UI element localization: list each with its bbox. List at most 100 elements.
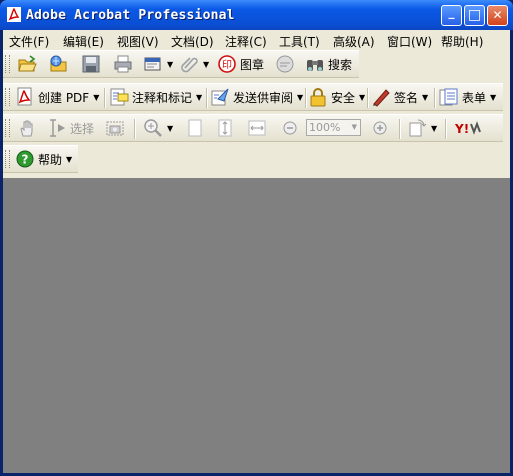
snapshot-icon	[106, 121, 124, 136]
select-tool-button[interactable]: 选择	[47, 117, 94, 139]
security-label: 安全	[331, 90, 356, 105]
stamp-button[interactable]: 印 图章	[217, 53, 264, 75]
create-pdf-icon	[17, 87, 32, 106]
close-button[interactable]: ✕	[487, 5, 508, 26]
help-toolbar: ? 帮助 ▼	[3, 145, 78, 173]
toolbar-separator	[434, 88, 436, 108]
comment-markup-label: 注释和标记	[132, 90, 193, 105]
zoom-in-button[interactable]	[370, 117, 390, 139]
maximize-icon: □	[467, 7, 482, 23]
zoom-level-value: 100%	[309, 121, 341, 134]
title-bar[interactable]: Adobe Acrobat Professional _ □ ✕	[0, 0, 513, 30]
open-web-button[interactable]	[49, 53, 69, 75]
review-icon	[276, 55, 294, 73]
svg-text:印: 印	[222, 59, 232, 71]
help-icon: ?	[16, 150, 34, 168]
menu-bar: 文件(F) 编辑(E) 视图(V) 文档(D) 注释(C) 工具(T) 高级(A…	[3, 30, 510, 50]
adobe-pdf-icon	[7, 7, 21, 22]
yahoo-icon: Y!	[455, 121, 481, 136]
toolbar-separator	[206, 88, 208, 108]
email-icon	[144, 57, 161, 71]
pen-icon	[373, 89, 390, 107]
window-frame: 文件(F) 编辑(E) 视图(V) 文档(D) 注释(C) 工具(T) 高级(A…	[3, 30, 510, 473]
toolbar-separator	[134, 119, 136, 139]
search-label: 搜索	[328, 57, 353, 72]
fit-page-button[interactable]	[215, 117, 235, 139]
toolbar-grip[interactable]	[5, 88, 10, 106]
page-icon	[188, 119, 202, 137]
actual-size-button[interactable]	[185, 117, 205, 139]
create-pdf-label: 创建 PDF	[38, 90, 90, 105]
forms-label: 表单	[462, 90, 487, 105]
menu-window[interactable]: 窗口(W)	[387, 33, 432, 50]
search-binoculars-icon	[307, 60, 323, 71]
zoom-in-plus-icon	[373, 121, 387, 135]
help-button[interactable]: ? 帮助 ▼	[15, 148, 72, 170]
forms-icon	[439, 88, 458, 106]
toolbar-grip[interactable]	[5, 150, 10, 168]
create-pdf-button[interactable]: 创建 PDF ▼	[15, 86, 99, 108]
open-icon	[18, 55, 37, 72]
comment-icon	[110, 88, 129, 106]
select-text-icon	[50, 119, 65, 137]
zoom-dropdown-arrow-icon[interactable]: ▼	[352, 120, 357, 135]
help-label: 帮助	[38, 152, 63, 167]
snapshot-button[interactable]	[105, 117, 125, 139]
zoom-in-tool-button[interactable]: ▼	[143, 117, 173, 139]
toolbar-grip[interactable]	[5, 55, 10, 73]
save-icon	[82, 55, 100, 73]
toolbar-separator	[305, 88, 307, 108]
email-button[interactable]: ▼	[143, 53, 173, 75]
zoom-level-input[interactable]: 100% ▼	[306, 119, 361, 136]
rotate-button[interactable]: ▼	[407, 117, 437, 139]
menu-view[interactable]: 视图(V)	[117, 33, 159, 50]
search-button[interactable]: 搜索	[305, 53, 352, 75]
tasks-toolbar: 创建 PDF ▼ 注释和标记 ▼ 发送供审阅 ▼ 安全 ▼ 签名 ▼ 表单 ▼	[3, 83, 503, 111]
toolbar-separator	[104, 88, 106, 108]
file-toolbar: ▼ ▼ 印 图章 搜索	[3, 50, 359, 78]
menu-file[interactable]: 文件(F)	[9, 33, 49, 50]
menu-advanced[interactable]: 高级(A)	[333, 33, 375, 50]
zoom-out-minus-icon	[283, 121, 297, 135]
zoom-in-icon	[144, 119, 162, 137]
navigation-toolbar: 选择 ▼ 100% ▼ ▼ Y!	[3, 114, 503, 142]
yahoo-toolbar-button[interactable]: Y!	[455, 117, 485, 139]
print-button[interactable]	[113, 53, 133, 75]
rotate-icon	[409, 119, 427, 137]
toolbar-separator	[367, 88, 369, 108]
security-button[interactable]: 安全 ▼	[308, 86, 365, 108]
toolbar-grip[interactable]	[5, 119, 10, 137]
forms-button[interactable]: 表单 ▼	[439, 86, 496, 108]
zoom-out-button[interactable]	[280, 117, 300, 139]
sign-button[interactable]: 签名 ▼	[371, 86, 428, 108]
menu-document[interactable]: 文档(D)	[171, 33, 214, 50]
stamp-label: 图章	[240, 57, 265, 72]
svg-text:Y!: Y!	[455, 122, 469, 136]
menu-comments[interactable]: 注释(C)	[225, 33, 267, 50]
document-pane[interactable]	[3, 178, 510, 473]
attach-icon	[181, 57, 198, 73]
open-web-icon	[50, 55, 67, 72]
toolbar-separator	[445, 119, 447, 139]
menu-tools[interactable]: 工具(T)	[279, 33, 320, 50]
attach-button[interactable]: ▼	[179, 53, 209, 75]
open-button[interactable]	[17, 53, 37, 75]
menu-help[interactable]: 帮助(H)	[441, 33, 483, 50]
lock-icon	[310, 88, 326, 107]
hand-icon	[20, 120, 33, 137]
window-title: Adobe Acrobat Professional	[26, 8, 235, 23]
fit-width-icon	[248, 120, 266, 136]
svg-text:?: ?	[22, 153, 29, 167]
comment-markup-button[interactable]: 注释和标记 ▼	[109, 86, 202, 108]
review-button[interactable]	[275, 53, 295, 75]
acrobat-window: Adobe Acrobat Professional _ □ ✕ 文件(F) 编…	[0, 0, 513, 476]
menu-edit[interactable]: 编辑(E)	[63, 33, 104, 50]
hand-tool-button[interactable]	[17, 117, 37, 139]
sign-label: 签名	[394, 90, 419, 105]
maximize-button[interactable]: □	[464, 5, 485, 26]
stamp-icon: 印	[218, 55, 236, 73]
save-button[interactable]	[81, 53, 101, 75]
minimize-button[interactable]: _	[441, 5, 462, 26]
send-review-button[interactable]: 发送供审阅 ▼	[210, 86, 303, 108]
fit-width-button[interactable]	[247, 117, 267, 139]
